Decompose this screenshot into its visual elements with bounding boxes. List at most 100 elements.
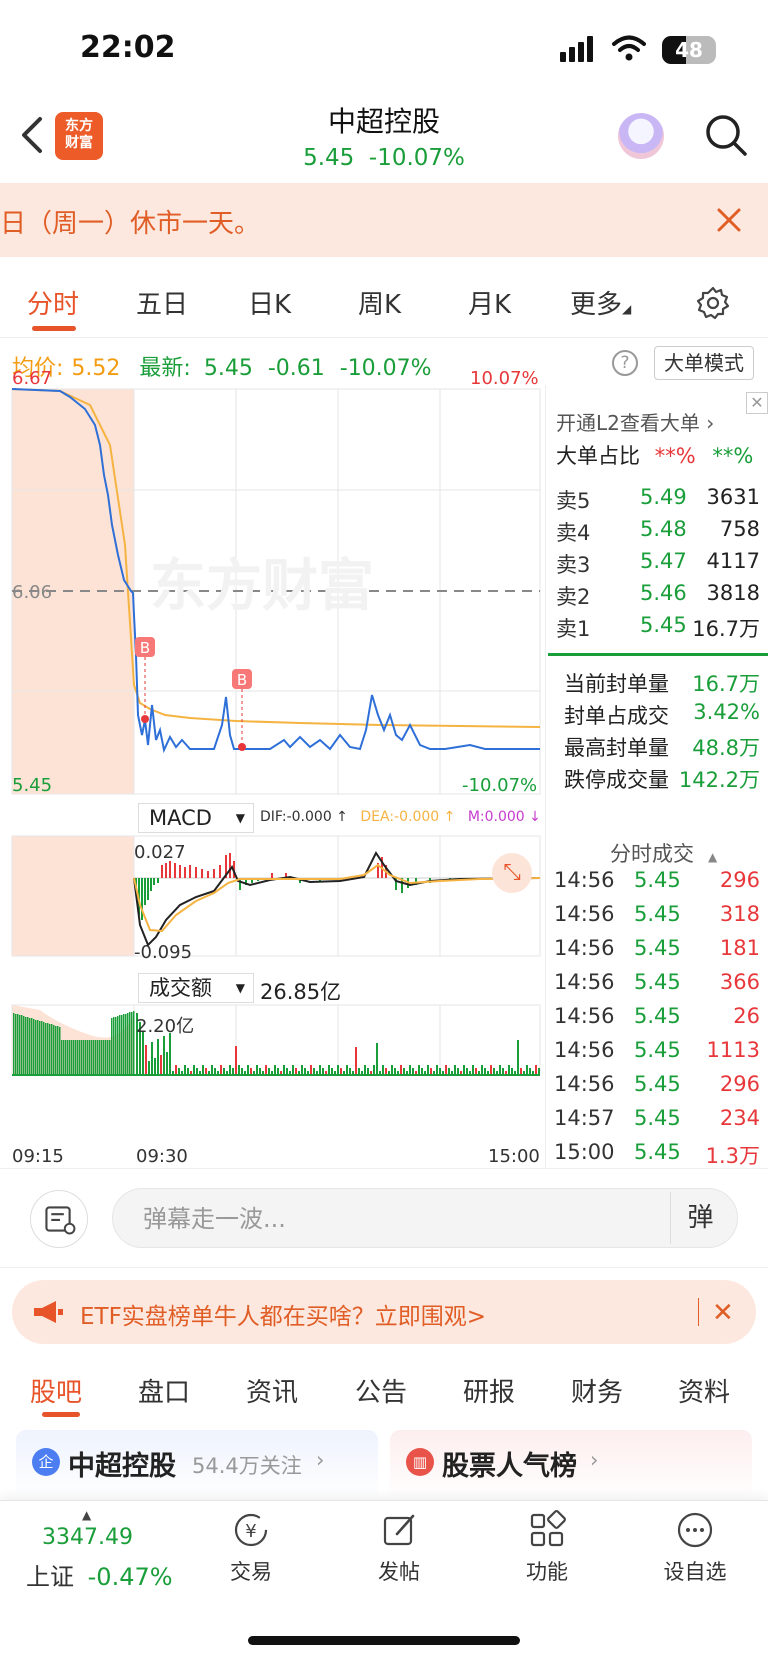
volume-bar	[115, 1040, 117, 1075]
tab-weekly-k[interactable]: 周K	[358, 284, 401, 321]
close-icon[interactable]: ✕	[746, 392, 768, 414]
volume-bar	[129, 1040, 131, 1075]
volume-bar	[57, 1026, 59, 1040]
volume-bar	[241, 1068, 243, 1075]
tick-row: 14:57 5.45 234	[554, 1106, 760, 1138]
macd-indicator-select[interactable]: MACD ▼	[138, 803, 254, 833]
volume-bar	[75, 1040, 77, 1075]
close-icon[interactable]	[714, 205, 744, 235]
volume-bar	[67, 1040, 69, 1075]
tick-time: 14:56	[554, 1038, 615, 1062]
volume-bar	[322, 1068, 324, 1075]
index-value[interactable]: 3347.49	[42, 1525, 133, 1550]
volume-bar	[538, 1068, 540, 1075]
volume-bar	[445, 1065, 447, 1075]
volume-bar	[103, 1040, 105, 1075]
volume-bar	[148, 1061, 150, 1075]
volume-bar	[373, 1065, 375, 1075]
expand-icon[interactable]: ⤡	[492, 853, 532, 893]
volume-bar	[55, 1040, 57, 1075]
help-icon[interactable]: ?	[612, 350, 638, 376]
tab-pankou[interactable]: 盘口	[138, 1372, 190, 1409]
assistant-robot-icon[interactable]	[618, 113, 664, 159]
volume-bar	[99, 1040, 101, 1075]
volume-bar	[412, 1068, 414, 1075]
tick-price: 5.45	[634, 1072, 681, 1096]
volume-bar	[23, 1016, 25, 1040]
volume-bar	[39, 1040, 41, 1075]
card-title: 中超控股	[68, 1451, 176, 1482]
open-l2-link[interactable]: 开通L2查看大单 ›	[556, 407, 714, 436]
nav-functions[interactable]: 功能	[502, 1510, 592, 1586]
volume-bar	[119, 1040, 121, 1075]
chart-period-tabs: 分时 五日 日K 周K 月K 更多◢	[0, 268, 768, 338]
chevron-up-icon[interactable]: ▲	[82, 1508, 91, 1522]
volume-bar	[57, 1040, 59, 1075]
volume-bar	[502, 1068, 504, 1075]
volume-bar	[529, 1068, 531, 1075]
volume-bar	[41, 1021, 43, 1040]
danmaku-list-icon[interactable]	[30, 1190, 88, 1248]
volume-bar	[27, 1040, 29, 1075]
volume-bar	[13, 1013, 15, 1040]
tick-price: 5.45	[634, 1140, 681, 1164]
tick-time: 14:56	[554, 1004, 615, 1028]
tab-news[interactable]: 资讯	[246, 1372, 298, 1409]
tab-guba[interactable]: 股吧	[30, 1372, 82, 1409]
tab-announcements[interactable]: 公告	[355, 1372, 407, 1409]
volume-bar	[41, 1040, 43, 1075]
volume-bar	[427, 1065, 429, 1075]
volume-bar	[277, 1068, 279, 1075]
level-price: 5.45	[640, 613, 687, 637]
search-icon[interactable]	[704, 113, 748, 157]
tab-more[interactable]: 更多◢	[570, 284, 631, 321]
level-price: 5.46	[640, 581, 687, 605]
tab-monthly-k[interactable]: 月K	[468, 284, 511, 321]
x-label-open: 09:15	[12, 1146, 64, 1167]
volume-bar	[331, 1068, 333, 1075]
tab-five-day[interactable]: 五日	[136, 284, 188, 321]
ad-text[interactable]: ETF实盘榜单牛人都在买啥？立即围观>	[80, 1297, 486, 1331]
nav-trade[interactable]: ¥ 交易	[206, 1510, 296, 1586]
nav-watchlist[interactable]: 设自选	[650, 1510, 740, 1586]
popularity-rank-card[interactable]: ▥ 股票人气榜 ›	[390, 1430, 752, 1500]
volume-bar	[45, 1023, 47, 1040]
volume-bar	[125, 1040, 127, 1075]
volume-bar	[105, 1040, 107, 1075]
gear-icon[interactable]	[695, 285, 731, 321]
level-price: 5.48	[640, 517, 687, 541]
volume-bar	[145, 1045, 147, 1075]
tab-profile[interactable]: 资料	[678, 1372, 730, 1409]
volume-bar	[129, 1012, 131, 1040]
more-icon	[677, 1512, 713, 1548]
index-quote[interactable]: 上证 -0.47%	[26, 1557, 173, 1592]
volume-bar	[154, 1058, 156, 1075]
volume-bar	[250, 1068, 252, 1075]
big-order-mode-button[interactable]: 大单模式	[654, 346, 754, 380]
nav-post[interactable]: 发帖	[354, 1510, 444, 1586]
cellular-signal-icon	[560, 36, 596, 62]
volume-bar	[535, 1065, 537, 1075]
volume-bar	[166, 1052, 168, 1075]
volume-bar	[89, 1040, 91, 1075]
danmaku-input[interactable]: 弹幕走一波...	[112, 1188, 738, 1248]
tab-intraday[interactable]: 分时	[27, 284, 79, 321]
tab-research[interactable]: 研报	[463, 1372, 515, 1409]
volume-bar	[53, 1040, 55, 1075]
tick-trades-title[interactable]: 分时成交 ▲	[610, 838, 717, 868]
volume-indicator-select[interactable]: 成交额 ▼	[138, 973, 254, 1003]
danmaku-toggle-button[interactable]: 弹	[670, 1192, 730, 1244]
tab-daily-k[interactable]: 日K	[248, 284, 291, 321]
tab-finance[interactable]: 财务	[571, 1372, 623, 1409]
volume-bar	[15, 1040, 17, 1075]
wifi-icon	[612, 35, 646, 61]
stock-forum-card[interactable]: 企 中超控股 54.4万关注 ›	[16, 1430, 378, 1500]
seal-value: 3.42%	[693, 700, 760, 724]
volume-bar	[21, 1040, 23, 1075]
volume-bar	[436, 1065, 438, 1075]
level-price: 5.49	[640, 485, 687, 509]
y-max-label: 6.67	[12, 368, 53, 389]
volume-bar	[169, 1033, 171, 1075]
close-icon[interactable]: ✕	[712, 1298, 734, 1328]
volume-bar	[220, 1065, 222, 1075]
